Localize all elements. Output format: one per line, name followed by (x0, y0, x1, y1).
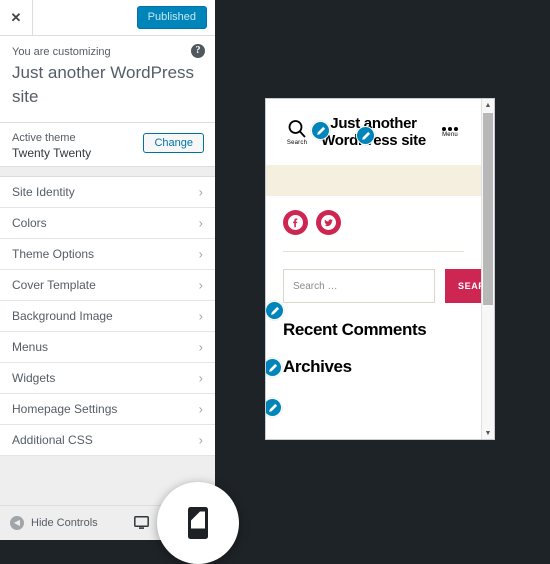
preview-menu-toggle[interactable]: Menu (433, 126, 467, 138)
section-label: Theme Options (12, 247, 95, 261)
section-row-theme-options[interactable]: Theme Options › (0, 239, 215, 270)
publish-button[interactable]: Published (136, 6, 207, 29)
preview-search-label: Search (286, 139, 308, 146)
help-icon[interactable]: ? (191, 44, 205, 58)
pencil-icon (316, 126, 325, 135)
active-theme-panel: Active theme Twenty Twenty Change (0, 123, 215, 167)
chevron-right-icon: › (198, 308, 203, 324)
preview-search-widget: SEARCH (266, 252, 481, 303)
close-customizer-button[interactable]: ✕ (0, 0, 33, 35)
customizing-header: You are customizing Just another WordPre… (0, 36, 215, 123)
sidebar-spacer (0, 167, 215, 176)
edit-shortcut-site-title[interactable] (311, 121, 330, 140)
desktop-icon (133, 516, 149, 529)
section-label: Cover Template (12, 278, 96, 292)
preview-cover-band (266, 165, 481, 196)
site-preview-frame: Search Just another WordPress site Menu (265, 98, 495, 440)
section-row-widgets[interactable]: Widgets › (0, 363, 215, 394)
search-button[interactable]: SEARCH (445, 269, 481, 303)
desktop-preview-button[interactable] (127, 510, 155, 536)
section-row-site-identity[interactable]: Site Identity › (0, 177, 215, 208)
pencil-icon (268, 403, 277, 412)
edit-shortcut-header-menu[interactable] (356, 126, 375, 145)
facebook-icon[interactable] (283, 210, 308, 235)
collapse-arrow-icon: ◀ (10, 516, 24, 530)
change-theme-button[interactable]: Change (143, 133, 204, 153)
chevron-right-icon: › (198, 339, 203, 355)
customizer-topbar: ✕ Published (0, 0, 215, 36)
section-label: Homepage Settings (12, 402, 118, 416)
section-row-colors[interactable]: Colors › (0, 208, 215, 239)
section-label: Menus (12, 340, 49, 354)
hide-controls-label: Hide Controls (31, 517, 98, 529)
scrollbar-thumb[interactable] (483, 113, 493, 305)
pencil-icon (270, 306, 279, 315)
customizer-section-list: Site Identity › Colors › Theme Options › Cover… (0, 176, 215, 456)
section-label: Colors (12, 216, 47, 230)
mobile-preview-spotlight[interactable] (157, 482, 239, 564)
section-label: Background Image (12, 309, 113, 323)
twitter-icon[interactable] (316, 210, 341, 235)
scroll-up-icon[interactable]: ▲ (482, 99, 494, 111)
preview-canvas: Search Just another WordPress site Menu (266, 99, 481, 439)
chevron-right-icon: › (198, 401, 203, 417)
chevron-right-icon: › (198, 370, 203, 386)
chevron-right-icon: › (198, 432, 203, 448)
section-label: Additional CSS (12, 433, 93, 447)
section-row-background-image[interactable]: Background Image › (0, 301, 215, 332)
preview-search-toggle[interactable]: Search (280, 119, 314, 146)
preview-menu-label: Menu (442, 131, 458, 138)
chevron-right-icon: › (198, 246, 203, 262)
widget-title-archives: Archives (283, 357, 352, 376)
close-icon: ✕ (10, 9, 22, 25)
search-icon (288, 119, 306, 137)
page-title: Just another WordPress site (12, 63, 195, 106)
pencil-icon (268, 363, 277, 372)
preview-scrollbar[interactable]: ▲ ▼ (481, 99, 494, 439)
section-label: Widgets (12, 371, 56, 385)
chevron-right-icon: › (198, 215, 203, 231)
scroll-down-icon[interactable]: ▼ (482, 427, 494, 439)
chevron-right-icon: › (198, 184, 203, 200)
chevron-right-icon: › (198, 277, 203, 293)
preview-social-links (266, 196, 481, 235)
section-row-homepage-settings[interactable]: Homepage Settings › (0, 394, 215, 425)
edit-shortcut-archives-widget[interactable] (266, 398, 282, 417)
mobile-device-icon (187, 506, 209, 540)
section-row-additional-css[interactable]: Additional CSS › (0, 425, 215, 456)
customizing-eyebrow: You are customizing (12, 46, 111, 58)
menu-dots-icon (442, 126, 458, 131)
hide-controls-button[interactable]: ◀ Hide Controls (0, 516, 98, 530)
section-row-cover-template[interactable]: Cover Template › (0, 270, 215, 301)
section-row-menus[interactable]: Menus › (0, 332, 215, 363)
customizer-sidebar: ✕ Published You are customizing Just ano… (0, 0, 215, 540)
section-label: Site Identity (12, 185, 75, 199)
pencil-icon (361, 131, 370, 140)
widget-title-recent-comments: Recent Comments (283, 320, 427, 339)
search-input[interactable] (283, 269, 435, 303)
